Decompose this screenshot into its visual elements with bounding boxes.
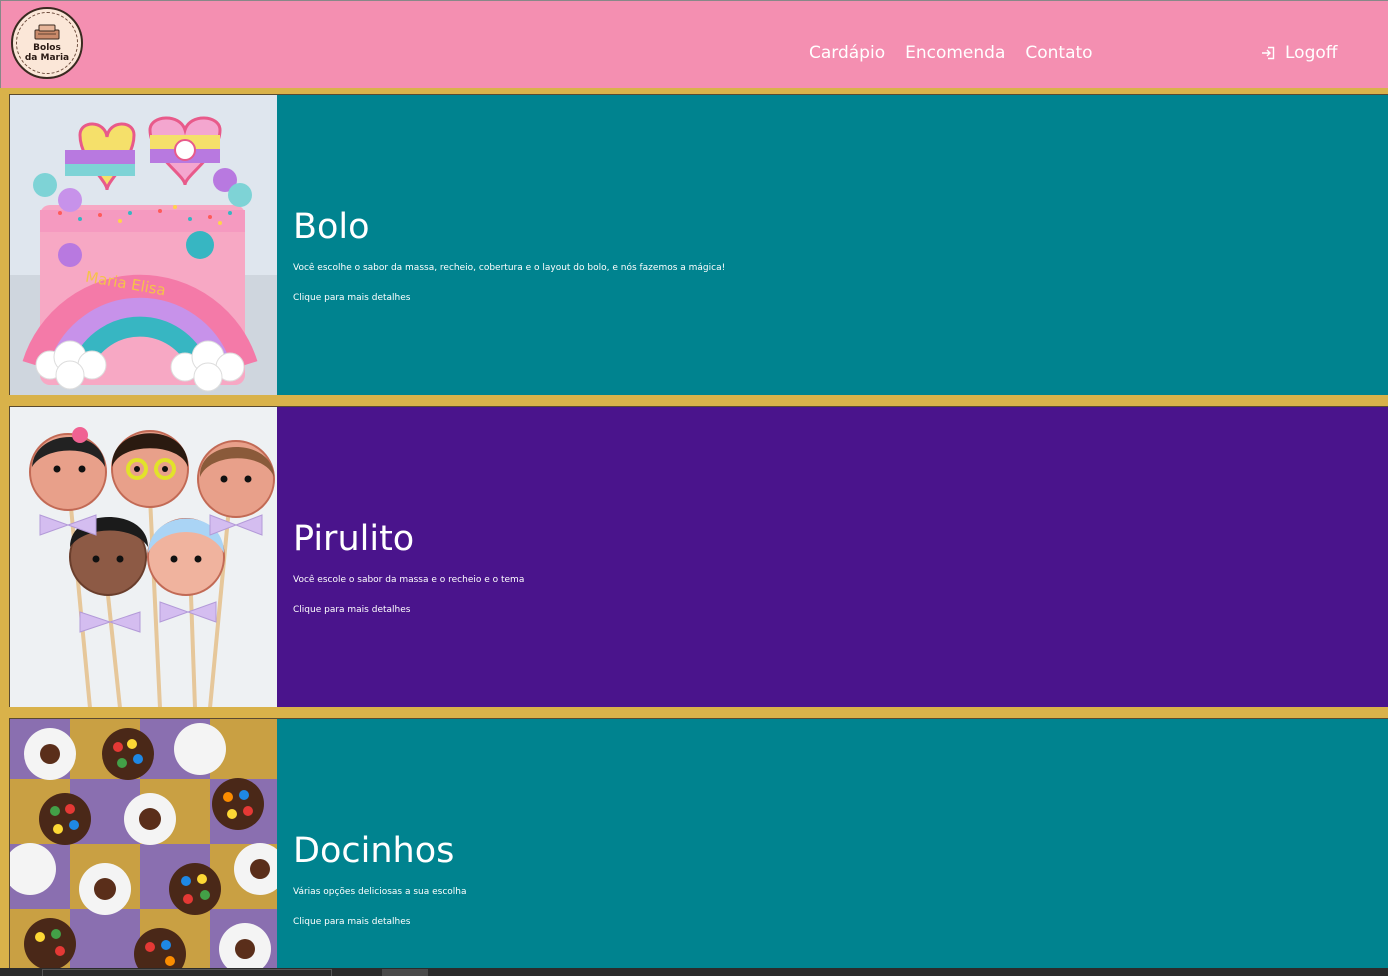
nav-link-cardapio[interactable]: Cardápio (809, 43, 885, 63)
card-title: Docinhos (293, 831, 455, 871)
card-description: Várias opções deliciosas a sua escolha (293, 887, 467, 897)
card-description: Você escolhe o sabor da massa, recheio, … (293, 263, 726, 273)
details-link-docinhos[interactable]: Clique para mais detalhes (293, 917, 410, 927)
bottom-tab[interactable] (42, 969, 332, 976)
main-nav: Cardápio Encomenda Contato (809, 43, 1093, 63)
product-card-bolo[interactable]: Maria Elisa Bolo Você escolhe o sabor da… (9, 94, 1388, 395)
logo-ring (16, 12, 78, 74)
product-card-docinhos[interactable]: Docinhos Várias opções deliciosas a sua … (9, 718, 1388, 968)
card-body: Pirulito Você escole o sabor da massa e … (277, 407, 1388, 707)
card-description: Você escole o sabor da massa e o recheio… (293, 575, 525, 585)
logoff-button[interactable]: Logoff (1261, 43, 1337, 63)
bottom-tab-active[interactable] (382, 969, 428, 976)
logoff-label: Logoff (1285, 43, 1338, 63)
card-title: Pirulito (293, 519, 415, 559)
card-title: Bolo (293, 207, 370, 247)
nav-link-encomenda[interactable]: Encomenda (905, 43, 1005, 63)
details-link-pirulito[interactable]: Clique para mais detalhes (293, 605, 410, 615)
navbar: Bolos da Maria Cardápio Encomenda Contat… (0, 0, 1388, 88)
sign-in-icon (1262, 46, 1275, 60)
rainbow-cake-image: Maria Elisa (10, 95, 277, 395)
character-lollipops-image (10, 407, 277, 707)
card-body: Bolo Você escolhe o sabor da massa, rech… (277, 95, 1388, 395)
nav-link-contato[interactable]: Contato (1025, 43, 1092, 63)
card-body: Docinhos Várias opções deliciosas a sua … (277, 719, 1388, 968)
details-link-bolo[interactable]: Clique para mais detalhes (293, 293, 410, 303)
brand-logo[interactable]: Bolos da Maria (11, 7, 83, 79)
product-card-pirulito[interactable]: Pirulito Você escole o sabor da massa e … (9, 406, 1388, 707)
brigadeiros-image (10, 719, 277, 968)
